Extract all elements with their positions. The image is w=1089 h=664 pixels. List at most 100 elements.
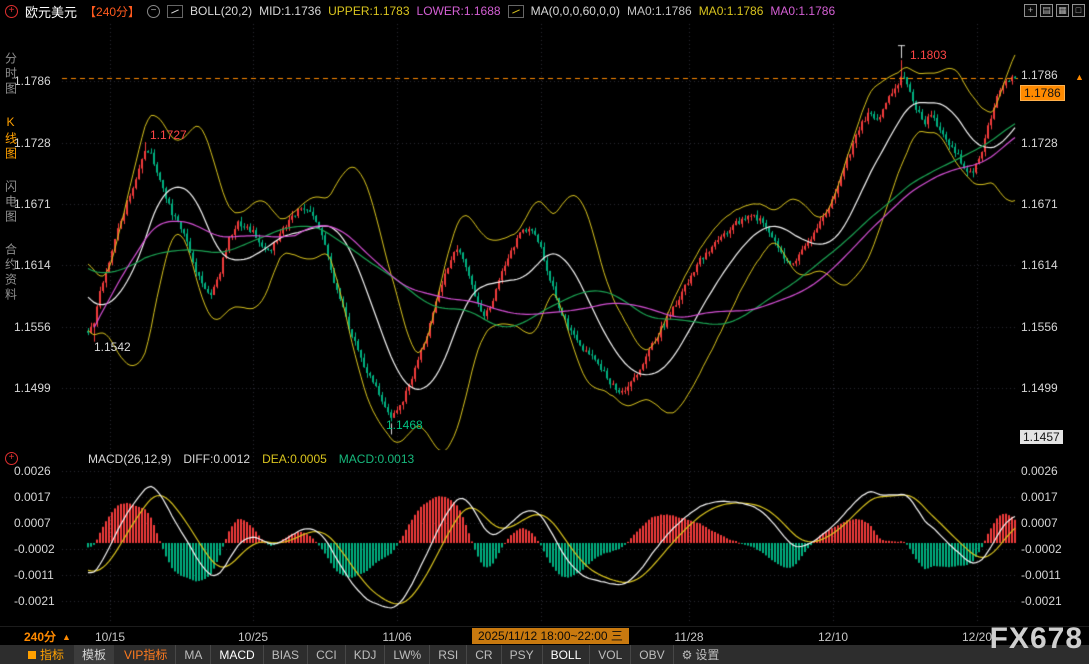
- macd-params-label: MACD(26,12,9): [88, 452, 171, 466]
- tab-templates[interactable]: 模板: [74, 645, 114, 664]
- fullscreen-icon[interactable]: □: [1072, 4, 1085, 17]
- ma-value-1: MA0:1.1786: [627, 4, 692, 18]
- period-badge: 【240分】: [84, 3, 140, 20]
- crosshair-tool-icon[interactable]: +: [5, 5, 18, 18]
- add-panel-icon[interactable]: +: [1024, 4, 1037, 17]
- crosshair-date-tooltip: 2025/11/12 18:00~22:00 三: [472, 628, 629, 644]
- price-axis-label-right: 1.1556: [1021, 320, 1058, 334]
- date-axis-label: 12/10: [818, 630, 848, 644]
- macd-axis-label-right: -0.0002: [1021, 542, 1062, 556]
- tab-label: CCI: [316, 648, 337, 662]
- tab-ma[interactable]: MA: [175, 645, 210, 664]
- gear-icon: ⚙: [682, 648, 693, 662]
- tab-label: 模板: [82, 646, 106, 663]
- price-axis-label-right: 1.1499: [1021, 381, 1058, 395]
- tab-vip-indicators[interactable]: VIP指标: [116, 645, 175, 664]
- macd-axis-label-left: -0.0002: [14, 542, 55, 556]
- macd-dea-value: DEA:0.0005: [262, 452, 327, 466]
- macd-legend: MACD(26,12,9) DIFF:0.0012 DEA:0.0005 MAC…: [0, 451, 414, 467]
- price-axis-label-left: 1.1499: [14, 381, 51, 395]
- price-annotation: 1.1542: [94, 341, 131, 354]
- sidebar-item-contract-info[interactable]: 合约资料: [3, 243, 20, 303]
- period-up-arrow-icon: ▲: [62, 632, 71, 642]
- window-controls: + ▤ ▦ □: [1024, 4, 1085, 17]
- tab-label: VIP指标: [124, 646, 167, 663]
- zoom-out-icon[interactable]: −: [147, 5, 160, 18]
- tab-obv[interactable]: OBV: [630, 645, 672, 664]
- tab-label: LW%: [393, 648, 421, 662]
- layout-rows-icon[interactable]: ▤: [1040, 4, 1053, 17]
- boll-mid-value: MID:1.1736: [259, 4, 321, 18]
- date-axis-label: 10/15: [95, 630, 125, 644]
- date-axis-label: 11/28: [674, 630, 703, 644]
- tab-psy[interactable]: PSY: [501, 645, 542, 664]
- ma-value-2: MA0:1.1786: [699, 4, 764, 18]
- crosshair-price-label: 1.1457: [1020, 430, 1063, 444]
- tab-label: BOLL: [551, 648, 582, 662]
- price-axis-label-right: 1.1728: [1021, 136, 1058, 150]
- price-annotation: 1.1803: [910, 49, 947, 62]
- macd-axis-label-right: 0.0017: [1021, 490, 1058, 504]
- tab-vol[interactable]: VOL: [589, 645, 630, 664]
- current-price-label: 1.1786: [1020, 85, 1065, 101]
- boll-lower-value: LOWER:1.1688: [417, 4, 501, 18]
- tab-label: MA: [184, 648, 202, 662]
- sidebar-item-candle-chart[interactable]: K线图: [3, 115, 20, 162]
- boll-params-label: BOLL(20,2): [190, 4, 252, 18]
- price-axis-label-right: 1.1671: [1021, 197, 1058, 211]
- sidebar-item-time-chart[interactable]: 分时图: [3, 52, 20, 97]
- axis-period-label: 240分: [24, 630, 56, 644]
- macd-axis-label-right: -0.0021: [1021, 594, 1062, 608]
- tab-label: 设置: [695, 646, 719, 663]
- tab-rsi[interactable]: RSI: [429, 645, 466, 664]
- macd-value: MACD:0.0013: [339, 452, 414, 466]
- indicators-icon: [28, 651, 36, 659]
- price-axis-label-right: 1.1786: [1021, 68, 1058, 82]
- tab-cci[interactable]: CCI: [307, 645, 345, 664]
- macd-axis-label-left: 0.0017: [14, 490, 51, 504]
- ma-value-3: MA0:1.1786: [770, 4, 835, 18]
- tab-indicators[interactable]: 指标: [20, 645, 72, 664]
- tab-label: OBV: [639, 648, 664, 662]
- tab-kdj[interactable]: KDJ: [345, 645, 385, 664]
- macd-axis-label-left: 0.0007: [14, 516, 51, 530]
- tab-label: RSI: [438, 648, 458, 662]
- tab-label: KDJ: [354, 648, 377, 662]
- tab-label: PSY: [510, 648, 534, 662]
- ma-line-swatch: [512, 9, 520, 13]
- macd-axis-label-right: -0.0011: [1021, 568, 1061, 582]
- boll-legend-icon[interactable]: [167, 5, 183, 18]
- tab-settings[interactable]: ⚙设置: [673, 645, 728, 664]
- macd-diff-value: DIFF:0.0012: [183, 452, 250, 466]
- macd-axis-label-left: -0.0021: [14, 594, 55, 608]
- tab-cr[interactable]: CR: [466, 645, 500, 664]
- price-up-arrow-icon: ▲: [1075, 72, 1084, 82]
- sidebar-item-lightning-chart[interactable]: 闪电图: [3, 180, 20, 225]
- chart-canvas[interactable]: [0, 0, 1089, 664]
- price-annotation: 1.1727: [150, 129, 187, 142]
- tab-lw[interactable]: LW%: [384, 645, 429, 664]
- chart-app: + 欧元美元 【240分】 − BOLL(20,2) MID:1.1736 UP…: [0, 0, 1089, 664]
- symbol-title: 欧元美元: [25, 2, 77, 21]
- date-axis-label: 12/20: [962, 630, 992, 644]
- macd-axis-label-left: -0.0011: [14, 568, 54, 582]
- price-axis-label-right: 1.1614: [1021, 258, 1058, 272]
- macd-axis-label-right: 0.0007: [1021, 516, 1058, 530]
- date-axis-label: 10/25: [238, 630, 268, 644]
- tab-bias[interactable]: BIAS: [263, 645, 307, 664]
- ma-legend-icon[interactable]: [508, 5, 524, 18]
- price-annotation: 1.1468: [386, 419, 423, 432]
- topbar: + 欧元美元 【240分】 − BOLL(20,2) MID:1.1736 UP…: [0, 0, 1029, 22]
- tab-boll[interactable]: BOLL: [542, 645, 590, 664]
- chart-type-sidebar: 分时图 K线图闪电图合约资料: [2, 52, 20, 303]
- tab-label: BIAS: [272, 648, 299, 662]
- tab-label: MACD: [219, 648, 254, 662]
- indicator-tabbar: 指标 模板 VIP指标 MA MACD BIAS CCI KDJ LW% RSI CR PSY BOLL…: [0, 645, 1089, 664]
- ma-params-label: MA(0,0,0,60,0,0): [531, 4, 620, 18]
- boll-line-swatch: [171, 9, 179, 13]
- macd-axis-label-left: 0.0026: [14, 464, 51, 478]
- layout-grid-icon[interactable]: ▦: [1056, 4, 1069, 17]
- boll-upper-value: UPPER:1.1783: [328, 4, 409, 18]
- tab-macd[interactable]: MACD: [210, 645, 262, 664]
- tab-label: 指标: [40, 646, 64, 663]
